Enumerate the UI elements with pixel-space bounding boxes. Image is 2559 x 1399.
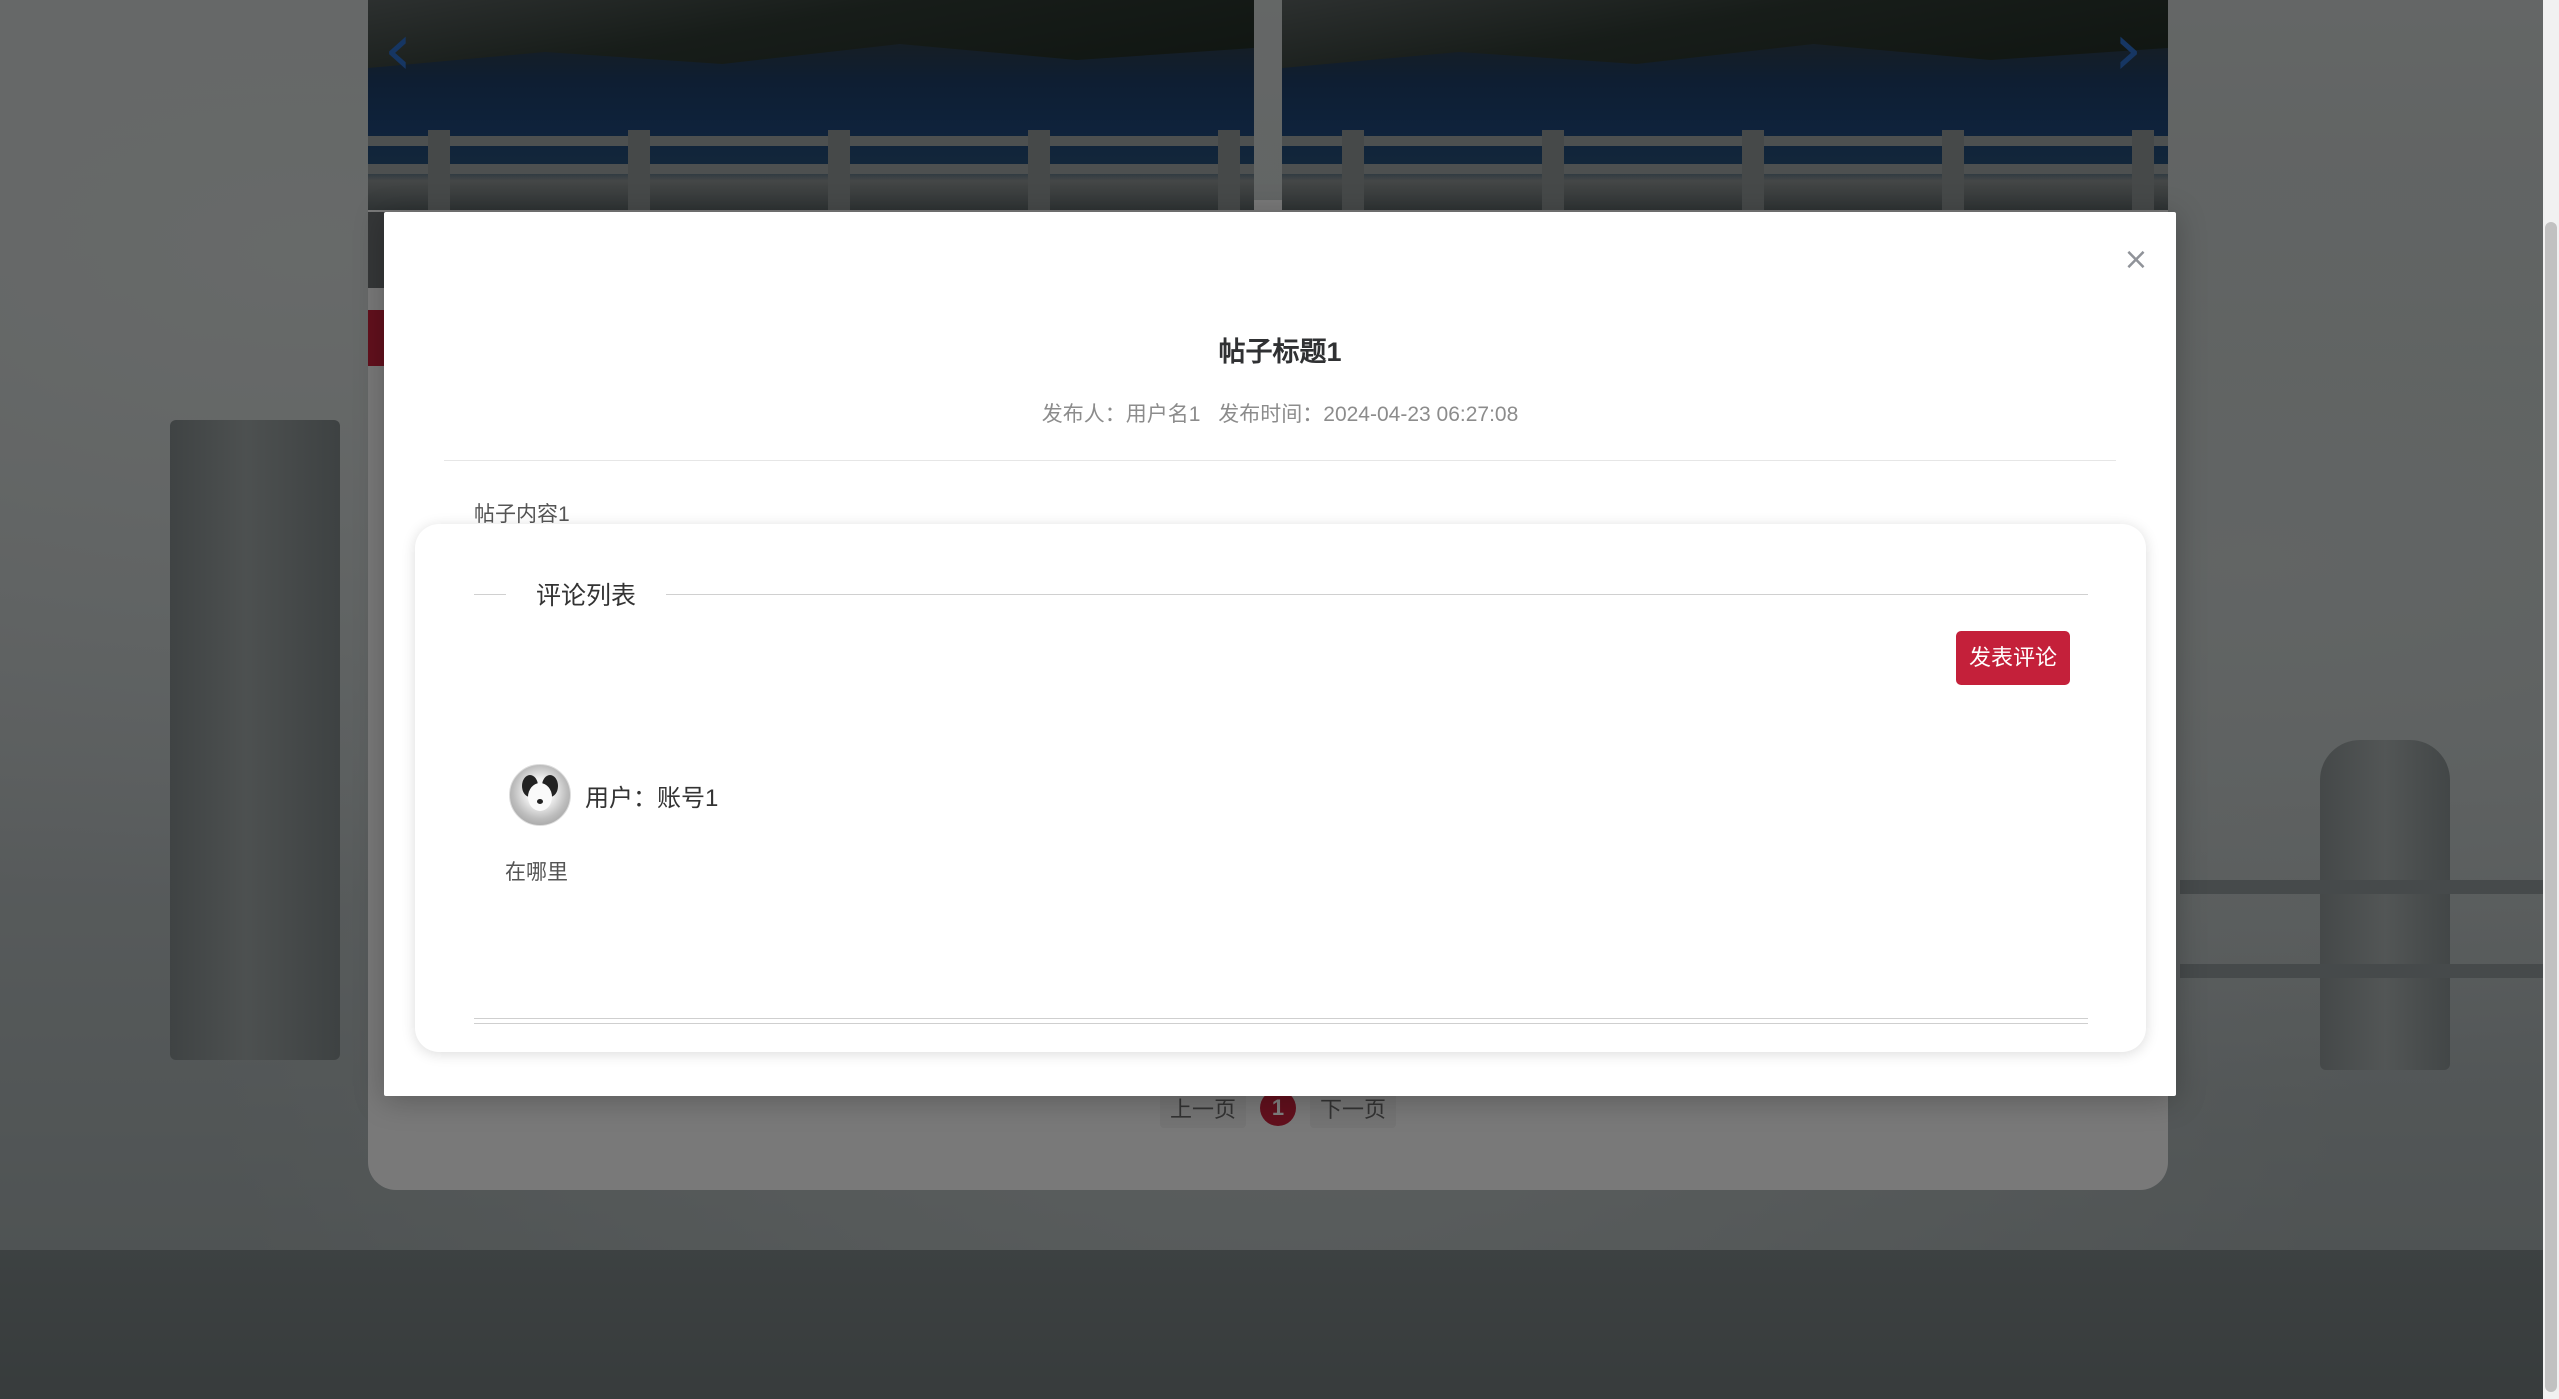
comment-section: 评论列表 发表评论 用户：账号1 在哪里 [415,524,2146,1052]
post-comment-button[interactable]: 发表评论 [1956,631,2070,685]
post-detail-dialog: × 帖子标题1 发布人：用户名1 发布时间：2024-04-23 06:27:0… [384,212,2176,1096]
divider-line [474,1018,2088,1024]
comment-list-header: 评论列表 [474,574,2088,614]
divider-line [474,593,506,595]
title-divider [444,460,2116,461]
comment-list-title: 评论列表 [536,582,637,610]
close-icon[interactable]: × [2118,242,2154,278]
avatar [509,764,571,826]
comment-user: 用户：账号1 [585,784,719,812]
post-publisher: 发布人：用户名1 [1041,403,1201,426]
post-time: 发布时间：2024-04-23 06:27:08 [1218,403,1519,426]
post-title: 帖子标题1 [1218,337,1342,367]
divider-line [666,593,2088,595]
comment-text: 在哪里 [505,861,568,884]
comment-item: 用户：账号1 [509,764,718,826]
post-meta: 发布人：用户名1 发布时间：2024-04-23 06:27:08 [384,398,2176,428]
scrollbar-track[interactable] [2543,0,2559,1399]
scrollbar-thumb[interactable] [2545,222,2557,1392]
